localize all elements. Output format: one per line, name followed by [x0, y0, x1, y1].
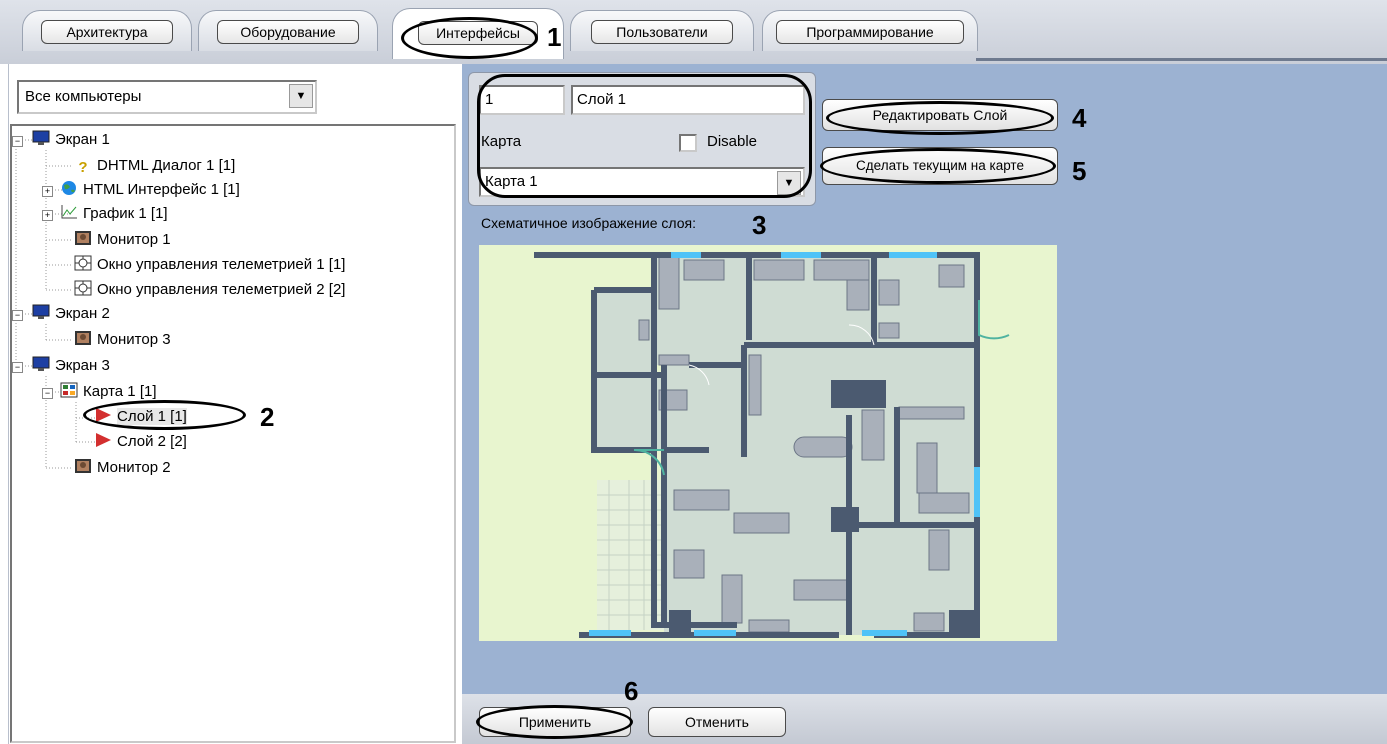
- tree-item-monitor-2[interactable]: Монитор 2: [74, 457, 171, 479]
- layer-arrow-icon: [94, 432, 112, 448]
- monitor-icon: [32, 356, 50, 372]
- tab-bar: Архитектура Оборудование Интерфейсы Поль…: [0, 0, 1387, 64]
- tab-users[interactable]: Пользователи: [570, 10, 754, 51]
- expand-icon[interactable]: +: [42, 186, 53, 197]
- tree-item-label: Экран 3: [55, 357, 110, 374]
- callout-ellipse-layer: [83, 400, 246, 430]
- tree-item-label: Слой 2 [2]: [117, 433, 187, 450]
- tree-item-label: Монитор 2: [97, 459, 171, 476]
- tree-item-label: Карта 1 [1]: [83, 383, 157, 400]
- tab-programming[interactable]: Программирование: [762, 10, 978, 51]
- chart-icon: [60, 204, 78, 220]
- tree-item-html-interface[interactable]: HTML Интерфейс 1 [1]: [60, 179, 240, 201]
- collapse-icon[interactable]: −: [42, 388, 53, 399]
- callout-ellipse-make-current: [820, 148, 1056, 184]
- callout-ellipse-apply: [476, 705, 633, 739]
- tree-item-dhtml-dialog[interactable]: ? DHTML Диалог 1 [1]: [74, 155, 235, 177]
- tree-item-label: HTML Интерфейс 1 [1]: [83, 181, 240, 198]
- tab-equipment-label[interactable]: Оборудование: [217, 20, 359, 44]
- tab-users-label[interactable]: Пользователи: [591, 20, 733, 44]
- tab-equipment[interactable]: Оборудование: [198, 10, 378, 51]
- tree-item-telemetry-2[interactable]: Окно управления телеметрией 2 [2]: [74, 279, 345, 301]
- schematic-label: Схематичное изображение слоя:: [481, 215, 696, 231]
- ptz-control-icon: [74, 280, 92, 296]
- collapse-icon[interactable]: −: [12, 310, 23, 321]
- tree-item-telemetry-1[interactable]: Окно управления телеметрией 1 [1]: [74, 254, 345, 276]
- tab-programming-label[interactable]: Программирование: [776, 20, 964, 44]
- tree-item-chart[interactable]: График 1 [1]: [60, 203, 168, 225]
- object-tree[interactable]: − Экран 1 ? DHTML Диалог 1 [1] + HTML Инт…: [10, 124, 456, 743]
- layer-schematic-image: [479, 245, 1057, 641]
- callout-6: 6: [624, 676, 639, 706]
- callout-ellipse-tab: [401, 17, 538, 59]
- callout-2: 2: [260, 402, 275, 432]
- expand-icon[interactable]: +: [42, 210, 53, 221]
- question-icon: ?: [78, 159, 88, 176]
- camera-monitor-icon: [74, 230, 92, 246]
- map-icon: [60, 382, 78, 398]
- monitor-icon: [32, 130, 50, 146]
- tree-item-label: Окно управления телеметрией 1 [1]: [97, 256, 346, 273]
- tab-bar-line: [976, 58, 1387, 61]
- computer-select-value: Все компьютеры: [25, 88, 142, 105]
- camera-monitor-icon: [74, 458, 92, 474]
- tree-item-screen-1[interactable]: Экран 1: [32, 129, 110, 151]
- tree-item-layer-2[interactable]: Слой 2 [2]: [94, 431, 187, 453]
- globe-icon: [60, 180, 78, 196]
- tree-item-label: Экран 2: [55, 305, 110, 322]
- tree-item-screen-3[interactable]: Экран 3: [32, 355, 110, 377]
- tree-item-label: Монитор 3: [97, 331, 171, 348]
- callout-ellipse-edit: [826, 101, 1054, 135]
- tree-item-label: Экран 1: [55, 131, 110, 148]
- monitor-icon: [32, 304, 50, 320]
- chevron-down-icon[interactable]: ▼: [289, 84, 313, 108]
- collapse-icon[interactable]: −: [12, 136, 23, 147]
- tree-item-label: Окно управления телеметрией 2 [2]: [97, 281, 346, 298]
- collapse-icon[interactable]: −: [12, 362, 23, 373]
- tree-item-label: Монитор 1: [97, 231, 171, 248]
- tree-item-monitor-3[interactable]: Монитор 3: [74, 329, 171, 351]
- cancel-button[interactable]: Отменить: [648, 707, 786, 737]
- tab-architecture-label[interactable]: Архитектура: [41, 20, 173, 44]
- callout-4: 4: [1072, 103, 1087, 133]
- callout-5: 5: [1072, 156, 1087, 186]
- callout-ellipse-settings: [477, 74, 812, 198]
- camera-monitor-icon: [74, 330, 92, 346]
- callout-3: 3: [752, 210, 767, 240]
- callout-1: 1: [547, 22, 562, 52]
- floor-plan: [534, 252, 1010, 638]
- tree-item-monitor-1[interactable]: Монитор 1: [74, 229, 171, 251]
- tree-item-screen-2[interactable]: Экран 2: [32, 303, 110, 325]
- tree-item-label: График 1 [1]: [83, 205, 168, 222]
- tab-architecture[interactable]: Архитектура: [22, 10, 192, 51]
- tree-item-label: DHTML Диалог 1 [1]: [97, 157, 236, 174]
- ptz-control-icon: [74, 255, 92, 271]
- computer-select[interactable]: Все компьютеры ▼: [17, 80, 317, 114]
